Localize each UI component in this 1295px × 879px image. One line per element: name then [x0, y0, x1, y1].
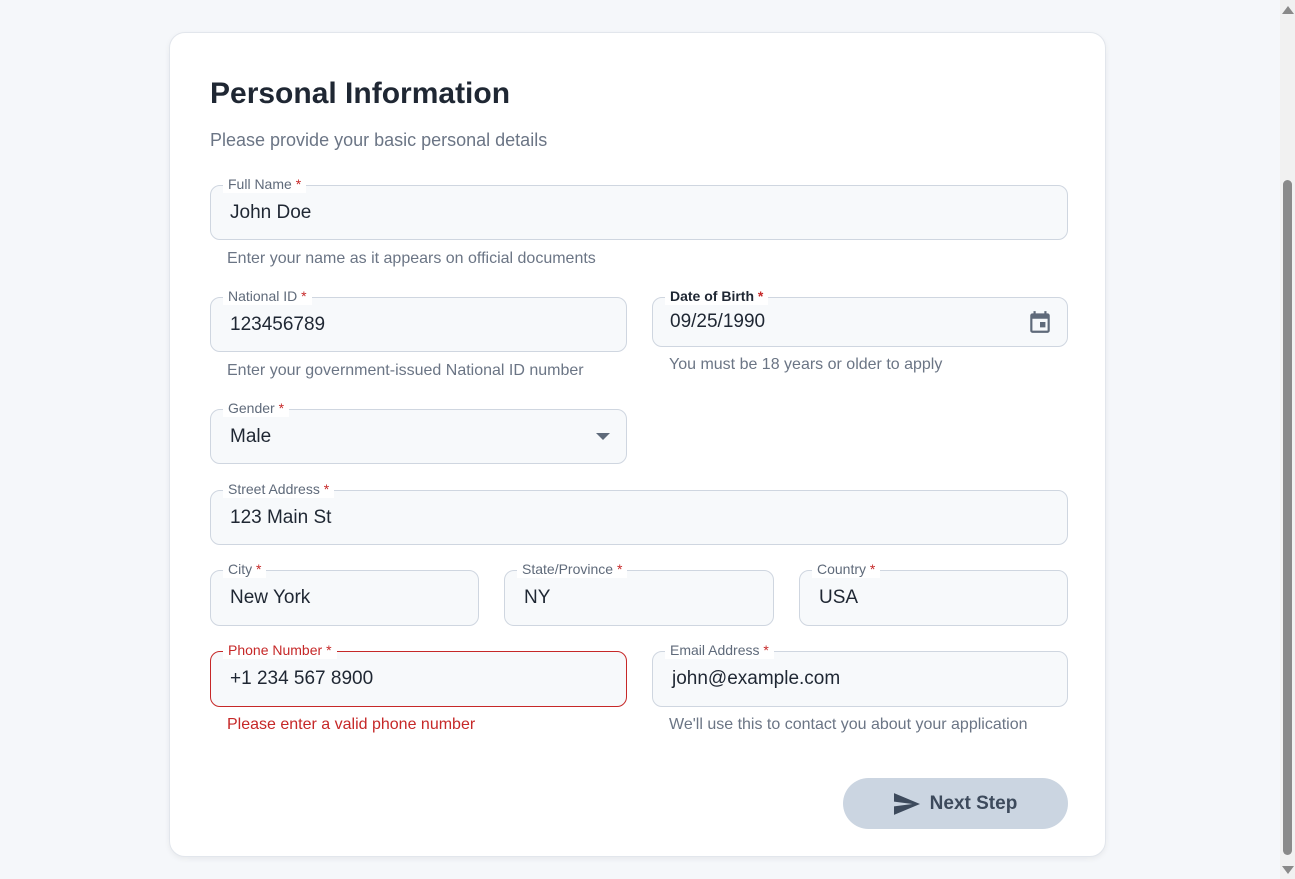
full-name-value: John Doe	[230, 201, 312, 223]
full-name-field[interactable]: Full Name * John Doe	[210, 175, 1068, 240]
date-of-birth-helper: You must be 18 years or older to apply	[669, 356, 943, 373]
scroll-up-arrow-icon[interactable]	[1282, 6, 1294, 14]
gender-value: Male	[230, 425, 272, 447]
national-id-helper: Enter your government-issued National ID…	[227, 362, 584, 379]
street-address-field[interactable]: Street Address * 123 Main St	[210, 480, 1068, 545]
scrollbar-thumb[interactable]	[1283, 180, 1292, 855]
page-subtitle: Please provide your basic personal detai…	[210, 130, 548, 150]
national-id-value: 123456789	[230, 313, 326, 335]
next-step-button[interactable]: Next Step	[843, 778, 1068, 829]
form-card: Personal Information Please provide your…	[169, 32, 1106, 857]
state-field[interactable]: State/Province * NY	[504, 560, 774, 626]
street-address-value: 123 Main St	[230, 506, 332, 528]
city-field[interactable]: City * New York	[210, 560, 479, 626]
dropdown-arrow-icon	[596, 433, 610, 440]
phone-value: +1 234 567 8900	[230, 668, 374, 689]
calendar-icon[interactable]	[1027, 308, 1053, 336]
full-name-helper: Enter your name as it appears on officia…	[227, 250, 596, 267]
country-field[interactable]: Country * USA	[799, 560, 1068, 626]
national-id-field[interactable]: National ID * 123456789	[210, 287, 627, 352]
scroll-down-arrow-icon[interactable]	[1282, 866, 1294, 874]
next-step-label: Next Step	[929, 792, 1018, 814]
email-field[interactable]: Email Address * john@example.com	[652, 641, 1068, 707]
country-value: USA	[819, 587, 859, 608]
email-helper: We'll use this to contact you about your…	[669, 716, 1028, 733]
city-value: New York	[230, 587, 311, 608]
vertical-scrollbar[interactable]	[1280, 0, 1295, 879]
date-of-birth-field[interactable]: Date of Birth * 09/25/1990	[652, 287, 1068, 347]
phone-error-message: Please enter a valid phone number	[227, 716, 476, 733]
email-value: john@example.com	[672, 668, 841, 689]
gender-select[interactable]: Gender * Male	[210, 399, 627, 464]
send-icon	[893, 792, 920, 815]
page-title: Personal Information	[210, 77, 511, 110]
date-of-birth-value: 09/25/1990	[670, 311, 766, 332]
phone-field[interactable]: Phone Number * +1 234 567 8900	[210, 641, 627, 707]
state-value: NY	[524, 587, 551, 608]
